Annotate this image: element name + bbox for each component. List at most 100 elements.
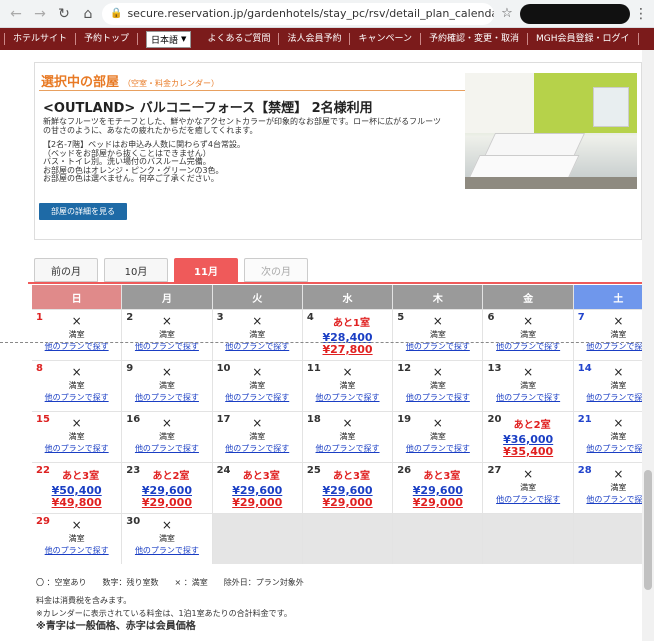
home-icon[interactable]: ⌂ — [78, 4, 98, 24]
full-label: 満室 — [158, 534, 175, 543]
full-label: 満室 — [429, 432, 446, 441]
member-price-link[interactable]: ¥35,400 — [483, 445, 572, 458]
member-price-link[interactable]: ¥29,000 — [303, 496, 392, 509]
full-label: 満室 — [249, 330, 266, 339]
member-price-link[interactable]: ¥29,000 — [122, 496, 211, 509]
weekday-header: 日 — [32, 285, 122, 309]
full-label: 満室 — [68, 381, 85, 390]
calendar-day: 18 × 満室 他のプランで探す — [302, 412, 393, 462]
full-mark: × — [523, 365, 534, 379]
nav-corporate[interactable]: 法人会員予約 — [279, 33, 351, 45]
full-label: 満室 — [68, 534, 85, 543]
tab-underline — [28, 282, 642, 284]
calendar-day: 9 × 満室 他のプランで探す — [122, 361, 212, 411]
calendar-day: 2 × 満室 他のプランで探す — [122, 310, 212, 360]
other-plan-link[interactable]: 他のプランで探す — [122, 545, 211, 556]
full-mark: × — [161, 365, 172, 379]
forward-icon[interactable]: → — [30, 4, 50, 24]
browser-toolbar: ← → ↻ ⌂ 🔒 secure.reservation.jp/gardenho… — [0, 0, 654, 28]
full-mark: × — [71, 365, 82, 379]
nav-faq[interactable]: よくあるご質問 — [199, 33, 280, 45]
room-description: 新鮮なフルーツをモチーフとした、鮮やかなアクセントカラーが印象的なお部屋です。ロ… — [43, 117, 441, 135]
section-title-text: 選択中の部屋 — [41, 75, 120, 90]
full-mark: × — [71, 518, 82, 532]
full-label: 満室 — [158, 330, 175, 339]
tab-october[interactable]: 10月 — [104, 258, 168, 282]
calendar-day: 13 × 満室 他のプランで探す — [483, 361, 573, 411]
availability-calendar: 日 月 火 水 木 金 土 1 × 満室 他のプランで探す 2 × 満室 他のプランで探す 3 ×… — [32, 285, 654, 564]
other-plan-link[interactable]: 他のプランで探す — [303, 392, 392, 403]
full-label: 満室 — [68, 330, 85, 339]
language-select[interactable]: 日本語 ▼ — [146, 30, 192, 48]
member-price-link[interactable]: ¥29,000 — [393, 496, 482, 509]
calendar-day: 22 あと3室 ¥50,400 ¥49,800 — [32, 463, 122, 513]
calendar-day: 15 × 満室 他のプランで探す — [32, 412, 122, 462]
other-plan-link[interactable]: 他のプランで探す — [303, 443, 392, 454]
full-label: 満室 — [68, 432, 85, 441]
calendar-empty-day — [302, 514, 393, 564]
other-plan-link[interactable]: 他のプランで探す — [32, 392, 121, 403]
section-title: 選択中の部屋 （空室・料金カレンダー） — [41, 71, 219, 90]
calendar-day: 20 あと2室 ¥36,000 ¥35,400 — [483, 412, 573, 462]
other-plan-link[interactable]: 他のプランで探す — [122, 392, 211, 403]
nav-member-login[interactable]: MGH会員登録・ログイ — [528, 33, 639, 45]
calendar-day: 10 × 満室 他のプランで探す — [212, 361, 302, 411]
tab-november[interactable]: 11月 — [174, 258, 238, 282]
note-colors: ※青字は一般価格、赤字は会員価格 — [36, 621, 196, 632]
calendar-day: 30 × 満室 他のプランで探す — [122, 514, 212, 564]
dashed-guide — [0, 342, 654, 343]
calendar-day: 23 あと2室 ¥29,600 ¥29,000 — [122, 463, 212, 513]
page-scrollbar[interactable] — [642, 50, 654, 641]
member-price-link[interactable]: ¥27,800 — [303, 343, 392, 356]
calendar-day: 25 あと3室 ¥29,600 ¥29,000 — [302, 463, 393, 513]
other-plan-link[interactable]: 他のプランで探す — [32, 443, 121, 454]
page-margin — [0, 50, 28, 641]
room-name: <OUTLAND> バルコニーフォース【禁煙】 2名様利用 — [43, 101, 373, 116]
tab-prev-month[interactable]: 前の月 — [34, 258, 98, 282]
other-plan-link[interactable]: 他のプランで探す — [213, 392, 302, 403]
full-label: 満室 — [339, 381, 356, 390]
legend-item: × ：満室 — [174, 578, 208, 587]
other-plan-link[interactable]: 他のプランで探す — [213, 443, 302, 454]
full-mark: × — [252, 365, 263, 379]
note-tax: 料金は消費税を含みます。 — [36, 596, 132, 605]
calendar-day: 19 × 満室 他のプランで探す — [393, 412, 483, 462]
rooms-left: あと1室 — [333, 318, 371, 329]
calendar-day: 5 × 満室 他のプランで探す — [393, 310, 483, 360]
other-plan-link[interactable]: 他のプランで探す — [122, 443, 211, 454]
room-detail-button[interactable]: 部屋の詳細を見る — [39, 203, 127, 220]
title-underline — [39, 90, 467, 91]
note-calendar-price: ※カレンダーに表示されている料金は、1泊1室あたりの合計料金です。 — [36, 609, 292, 618]
redacted-profile — [520, 3, 630, 24]
calendar-day: 27 × 満室 他のプランで探す — [483, 463, 573, 513]
nav-confirm-change[interactable]: 予約確認・変更・取消 — [421, 33, 529, 45]
back-icon[interactable]: ← — [6, 4, 26, 24]
rooms-left: あと2室 — [152, 471, 190, 482]
scrollbar-thumb[interactable] — [644, 470, 652, 590]
other-plan-link[interactable]: 他のプランで探す — [483, 494, 572, 505]
full-mark: × — [432, 416, 443, 430]
other-plan-link[interactable]: 他のプランで探す — [393, 392, 482, 403]
member-price-link[interactable]: ¥49,800 — [32, 496, 121, 509]
member-price-link[interactable]: ¥29,000 — [213, 496, 302, 509]
full-mark: × — [342, 416, 353, 430]
other-plan-link[interactable]: 他のプランで探す — [483, 392, 572, 403]
calendar-day: 3 × 満室 他のプランで探す — [212, 310, 302, 360]
weekday-header: 水 — [302, 285, 393, 309]
full-label: 満室 — [249, 381, 266, 390]
site-nav: ホテルサイト 予約トップ 日本語 ▼ よくあるご質問 法人会員予約 キャンペーン… — [0, 28, 654, 50]
bookmark-star-icon[interactable]: ☆ — [498, 6, 516, 21]
full-label: 満室 — [158, 432, 175, 441]
other-plan-link[interactable]: 他のプランで探す — [32, 545, 121, 556]
nav-campaign[interactable]: キャンペーン — [350, 33, 422, 45]
nav-hotel-site[interactable]: ホテルサイト — [4, 33, 77, 45]
reload-icon[interactable]: ↻ — [54, 4, 74, 24]
browser-menu-icon[interactable]: ⋮ — [634, 6, 648, 22]
other-plan-link[interactable]: 他のプランで探す — [393, 443, 482, 454]
address-bar[interactable]: 🔒 secure.reservation.jp/gardenhotels/sta… — [102, 2, 494, 25]
month-tabs: 前の月 10月 11月 次の月 — [34, 258, 308, 282]
nav-reservation-top[interactable]: 予約トップ — [76, 33, 139, 45]
calendar-day: 29 × 満室 他のプランで探す — [32, 514, 122, 564]
chevron-down-icon: ▼ — [181, 35, 187, 43]
full-label: 満室 — [429, 330, 446, 339]
